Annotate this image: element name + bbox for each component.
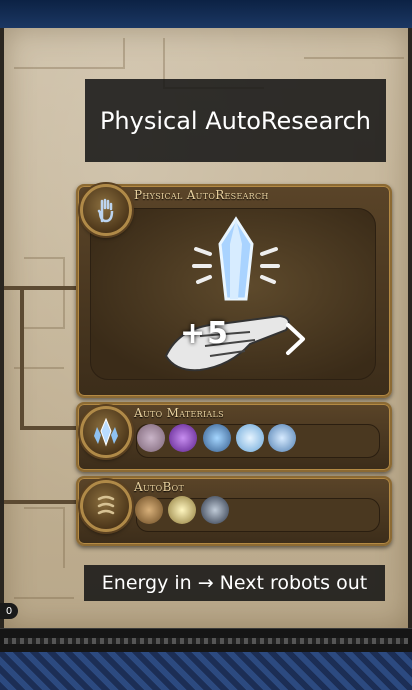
bottom-pattern	[0, 652, 412, 690]
coil-rune-icon[interactable]	[80, 480, 132, 532]
crystal-cluster-icon[interactable]	[268, 424, 296, 452]
ice-crystal-icon[interactable]	[236, 424, 264, 452]
panel-title: Physical AutoResearch	[134, 188, 269, 202]
panel-title: Auto Materials	[134, 406, 224, 420]
blue-shard-icon[interactable]	[203, 424, 231, 452]
tree-connector-horizontal	[4, 500, 80, 504]
top-strip	[0, 0, 412, 28]
plus-five-overlay: +5	[180, 316, 231, 351]
wrench-tool-icon[interactable]	[135, 496, 163, 524]
chevron-right-icon[interactable]	[285, 322, 307, 356]
rock-ore-icon[interactable]	[137, 424, 165, 452]
robot-unit-icon[interactable]	[201, 496, 229, 524]
timeline-track[interactable]	[4, 638, 408, 644]
caption-bottom: Energy in → Next robots out	[84, 565, 385, 601]
right-frame	[408, 28, 412, 628]
tree-connector-horizontal	[20, 426, 78, 430]
left-frame	[0, 28, 4, 628]
panel-title: AutoBot	[134, 480, 185, 494]
crystal-cluster-icon[interactable]	[80, 406, 132, 458]
counter-badge: 0	[0, 603, 18, 619]
purple-gem-icon[interactable]	[169, 424, 197, 452]
caption-top: Physical AutoResearch	[85, 79, 386, 162]
tree-connector-horizontal	[4, 286, 78, 290]
raised-hand-icon[interactable]	[80, 184, 132, 236]
tree-connector-vertical	[20, 288, 24, 428]
gear-spark-icon[interactable]	[168, 496, 196, 524]
